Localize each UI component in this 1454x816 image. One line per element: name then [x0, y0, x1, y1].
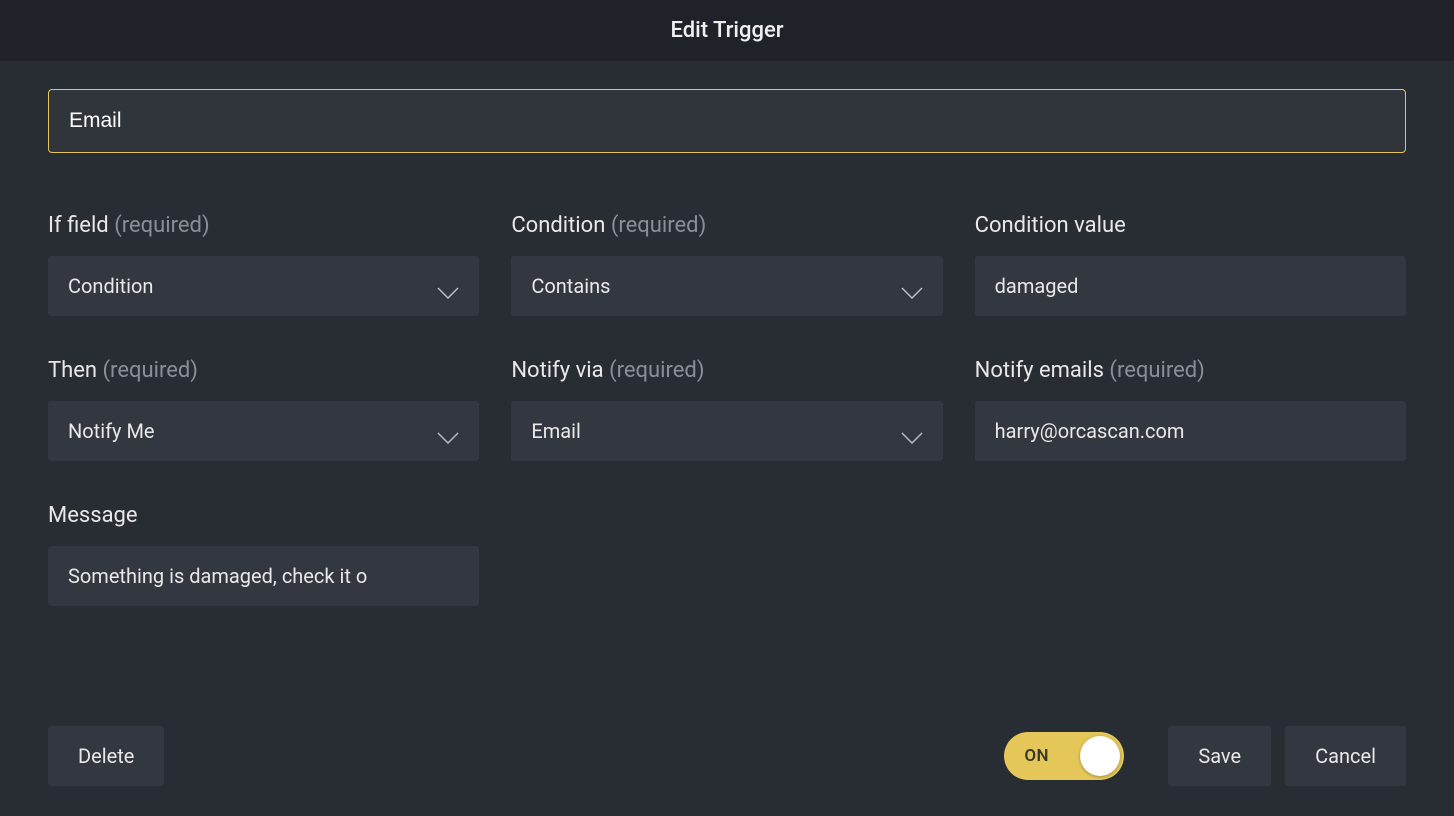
- notify-emails-input[interactable]: harry@orcascan.com: [975, 401, 1406, 461]
- form-grid: If field (required) Condition Condition …: [48, 213, 1406, 461]
- select-value: Email: [531, 419, 581, 443]
- select-value: Contains: [531, 274, 610, 298]
- required-text: (required): [609, 358, 704, 383]
- field-condition: Condition (required) Contains: [511, 213, 942, 316]
- condition-value-input[interactable]: damaged: [975, 256, 1406, 316]
- field-label: Condition (required): [511, 213, 942, 238]
- message-input[interactable]: Something is damaged, check it o: [48, 546, 479, 606]
- field-message: Message Something is damaged, check it o: [48, 503, 479, 606]
- if-field-select[interactable]: Condition: [48, 256, 479, 316]
- toggle-label: ON: [1024, 746, 1049, 766]
- save-button[interactable]: Save: [1168, 726, 1271, 786]
- field-then: Then (required) Notify Me: [48, 358, 479, 461]
- trigger-name-input[interactable]: [48, 89, 1406, 153]
- modal-title: Edit Trigger: [0, 18, 1454, 43]
- field-notify-emails: Notify emails (required) harry@orcascan.…: [975, 358, 1406, 461]
- required-text: (required): [103, 358, 198, 383]
- field-label: Message: [48, 503, 479, 528]
- label-text: If field: [48, 213, 109, 238]
- chevron-down-icon: [437, 280, 459, 292]
- then-select[interactable]: Notify Me: [48, 401, 479, 461]
- input-value: Something is damaged, check it o: [68, 564, 367, 588]
- modal-footer: Delete ON Save Cancel: [48, 726, 1406, 786]
- toggle-knob: [1080, 736, 1120, 776]
- required-text: (required): [114, 213, 209, 238]
- select-value: Condition: [68, 274, 153, 298]
- select-value: Notify Me: [68, 419, 155, 443]
- field-label: Notify via (required): [511, 358, 942, 383]
- condition-select[interactable]: Contains: [511, 256, 942, 316]
- chevron-down-icon: [901, 425, 923, 437]
- field-if-field: If field (required) Condition: [48, 213, 479, 316]
- label-text: Notify emails: [975, 358, 1104, 383]
- field-label: Condition value: [975, 213, 1406, 238]
- chevron-down-icon: [901, 280, 923, 292]
- label-text: Condition: [511, 213, 605, 238]
- field-label: Then (required): [48, 358, 479, 383]
- input-value: damaged: [995, 274, 1079, 298]
- label-text: Message: [48, 503, 138, 528]
- notify-via-select[interactable]: Email: [511, 401, 942, 461]
- required-text: (required): [611, 213, 706, 238]
- modal-body: If field (required) Condition Condition …: [0, 61, 1454, 816]
- cancel-button[interactable]: Cancel: [1285, 726, 1406, 786]
- delete-button[interactable]: Delete: [48, 726, 164, 786]
- field-notify-via: Notify via (required) Email: [511, 358, 942, 461]
- input-value: harry@orcascan.com: [995, 419, 1185, 443]
- label-text: Notify via: [511, 358, 603, 383]
- field-label: If field (required): [48, 213, 479, 238]
- label-text: Then: [48, 358, 97, 383]
- edit-trigger-modal: Edit Trigger If field (required) Conditi…: [0, 0, 1454, 816]
- required-text: (required): [1109, 358, 1204, 383]
- field-label: Notify emails (required): [975, 358, 1406, 383]
- modal-header: Edit Trigger: [0, 0, 1454, 61]
- enabled-toggle[interactable]: ON: [1004, 732, 1124, 780]
- field-condition-value: Condition value damaged: [975, 213, 1406, 316]
- label-text: Condition value: [975, 213, 1126, 238]
- chevron-down-icon: [437, 425, 459, 437]
